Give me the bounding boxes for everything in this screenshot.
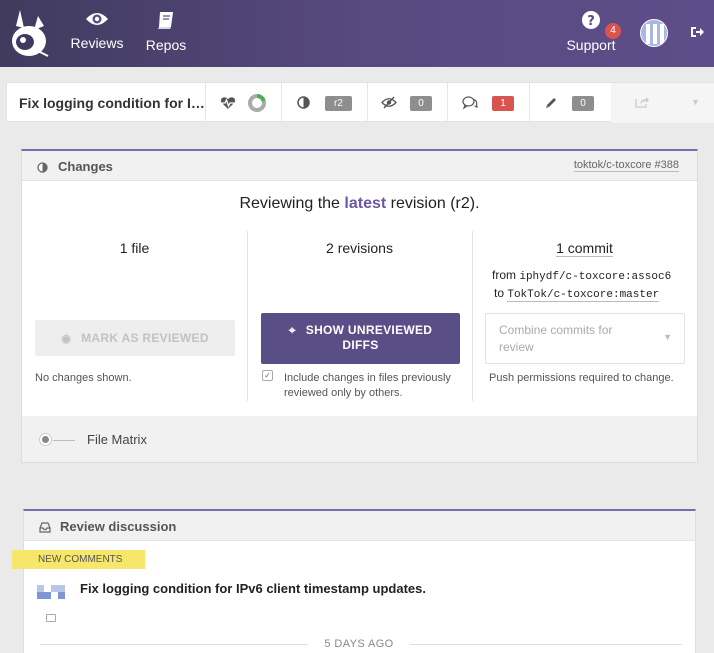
from-word: from — [492, 268, 516, 282]
toolbar-divider — [367, 83, 368, 123]
share-dropdown[interactable]: ▼ — [611, 83, 714, 123]
progress-ring-icon[interactable] — [247, 93, 267, 118]
nav-repos-label: Repos — [145, 37, 187, 53]
discussion-title: Review discussion — [60, 519, 177, 534]
question-icon: ? — [582, 11, 600, 29]
toolbar-divider — [205, 83, 206, 123]
pencil-icon[interactable] — [544, 96, 558, 115]
comments-count[interactable]: 1 — [492, 96, 514, 111]
show-unreviewed-line2: DIFFS — [342, 338, 379, 352]
eye-icon: ◉ — [61, 333, 72, 345]
eye-slash-icon[interactable] — [381, 96, 397, 114]
include-changes-label: Include changes in files previously revi… — [284, 371, 451, 401]
half-circle-icon[interactable] — [297, 96, 310, 114]
support-badge: 4 — [605, 23, 621, 39]
combine-commits-select[interactable]: Combine commits for review ▼ — [485, 313, 685, 364]
review-toolbar: Fix logging condition for IPv6 client ti… — [6, 82, 714, 123]
chevron-down-icon: ▼ — [691, 97, 700, 107]
revision-pill[interactable]: r2 — [325, 96, 352, 111]
toggle-track — [53, 440, 75, 441]
calendar-icon — [46, 614, 56, 622]
discussion-header: Review discussion — [24, 511, 695, 541]
show-unreviewed-line1: SHOW UNREVIEWED — [305, 323, 433, 337]
reviewing-suffix: revision (r2). — [390, 195, 480, 212]
chevron-down-icon: ▼ — [663, 332, 672, 342]
nav-reviews[interactable]: Reviews — [70, 10, 124, 51]
unreviewed-count[interactable]: 0 — [410, 96, 432, 111]
nav-repos[interactable]: Repos — [143, 10, 189, 53]
eye-icon — [86, 13, 108, 25]
changes-title: Changes — [58, 159, 113, 174]
inbox-icon — [39, 520, 51, 538]
to-line: to TokTok/c-toxcore:master — [494, 286, 660, 302]
revisions-count: 2 revisions — [326, 240, 393, 256]
include-changes-checkbox[interactable]: ✓ — [262, 370, 273, 381]
crosshair-icon: ⌖ — [288, 323, 296, 337]
comments-icon[interactable] — [462, 96, 478, 115]
drafts-count[interactable]: 0 — [572, 96, 594, 111]
commits-count[interactable]: 1 commit — [556, 240, 613, 257]
book-icon — [158, 12, 173, 29]
changes-header: Changes toktok/c-toxcore #388 — [22, 151, 697, 181]
combine-line2: review — [499, 340, 534, 354]
new-comments-flag: NEW COMMENTS — [12, 550, 145, 569]
half-circle-icon — [37, 160, 48, 178]
changes-panel: Changes toktok/c-toxcore #388 Reviewing … — [21, 149, 698, 463]
comment-time-ago: 5 DAYS AGO — [324, 638, 394, 650]
logo-icon[interactable] — [8, 6, 52, 60]
reviewing-prefix: Reviewing the — [239, 195, 340, 212]
heartbeat-icon[interactable] — [220, 96, 236, 115]
file-matrix-bar: File Matrix — [22, 416, 697, 462]
share-icon — [635, 95, 649, 113]
show-unreviewed-diffs-button[interactable]: ⌖ SHOW UNREVIEWED DIFFS — [261, 313, 460, 364]
from-branch: iphydf/c-toxcore:assoc6 — [519, 271, 672, 283]
file-matrix-label[interactable]: File Matrix — [87, 432, 147, 447]
svg-text:?: ? — [587, 14, 595, 29]
no-changes-text: No changes shown. — [35, 372, 132, 384]
push-permissions-text: Push permissions required to change. — [489, 372, 674, 384]
file-matrix-toggle[interactable] — [39, 433, 52, 446]
toolbar-divider — [281, 83, 282, 123]
toolbar-divider — [529, 83, 530, 123]
avatar[interactable] — [640, 19, 668, 47]
timestamp-divider — [410, 644, 682, 645]
reviewing-summary: Reviewing the latest revision (r2). — [22, 195, 697, 213]
combine-line1: Combine commits for — [499, 323, 613, 337]
column-divider — [472, 231, 473, 401]
mark-as-reviewed-label: MARK AS REVIEWED — [81, 331, 209, 345]
to-branch[interactable]: TokTok/c-toxcore:master — [507, 289, 660, 302]
nav-support-label: Support — [566, 37, 616, 53]
top-nav: Reviews Repos ? Support 4 — [0, 0, 714, 67]
files-count: 1 file — [119, 240, 150, 256]
toolbar-divider — [447, 83, 448, 123]
comment-author-avatar[interactable] — [37, 585, 65, 599]
column-divider — [247, 231, 248, 401]
timestamp-divider — [40, 644, 308, 645]
to-word: to — [494, 286, 505, 300]
repo-link[interactable]: toktok/c-toxcore #388 — [573, 159, 679, 172]
comment-title: Fix logging condition for IPv6 client ti… — [80, 581, 426, 596]
commits-count-wrap: 1 commit — [472, 240, 697, 257]
include-line1: Include changes in files previously — [284, 372, 451, 384]
review-title[interactable]: Fix logging condition for IPv6 client ti… — [19, 83, 205, 123]
mark-as-reviewed-button[interactable]: ◉ MARK AS REVIEWED — [35, 320, 235, 356]
include-line2: reviewed only by others. — [284, 387, 403, 399]
from-line: from iphydf/c-toxcore:assoc6 — [492, 268, 671, 283]
logout-icon[interactable] — [690, 25, 704, 44]
nav-reviews-label: Reviews — [70, 35, 124, 51]
latest-link[interactable]: latest — [344, 195, 386, 212]
